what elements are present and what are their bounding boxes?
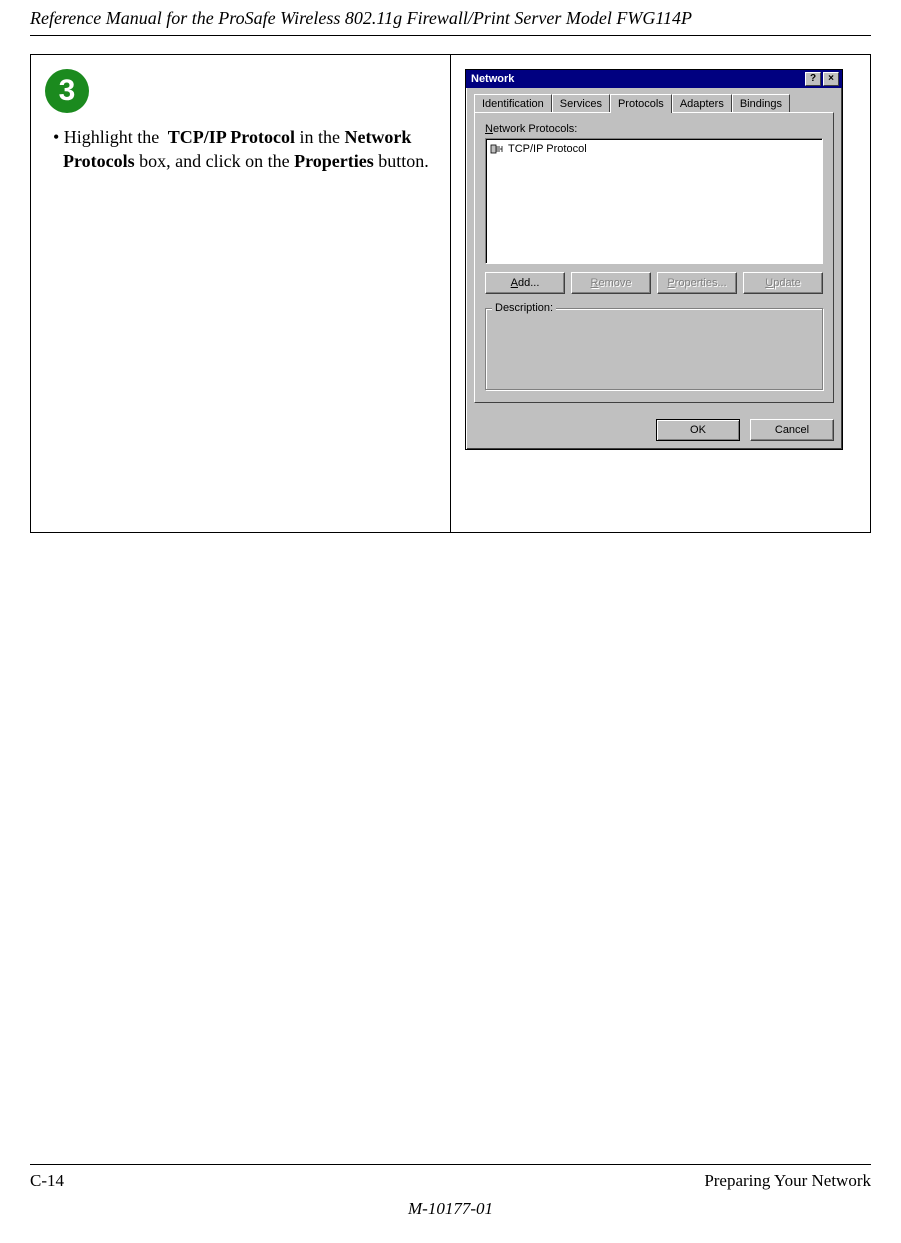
close-button[interactable]: × bbox=[823, 72, 839, 86]
ok-button[interactable]: OK bbox=[656, 419, 740, 441]
tab-identification[interactable]: Identification bbox=[474, 94, 552, 112]
remove-button[interactable]: Remove bbox=[571, 272, 651, 294]
label-underline: N bbox=[485, 123, 493, 135]
update-u: U bbox=[765, 277, 773, 289]
header-rule bbox=[30, 35, 871, 36]
dialog-title: Network bbox=[469, 73, 803, 85]
network-dialog: Network ? × Identification Services Prot… bbox=[465, 69, 843, 450]
footer-rule bbox=[30, 1164, 871, 1165]
text-mid2: box, and click on the bbox=[135, 151, 294, 171]
add-rest: dd... bbox=[518, 277, 539, 289]
protocols-listbox[interactable]: TCP/IP Protocol bbox=[485, 138, 823, 264]
protocols-panel: Network Protocols: bbox=[474, 112, 834, 403]
text-suffix: button. bbox=[374, 151, 429, 171]
screenshot-cell: Network ? × Identification Services Prot… bbox=[451, 55, 871, 533]
protocol-button-row: Add... Remove Properties... Update bbox=[485, 272, 823, 294]
page-header-title: Reference Manual for the ProSafe Wireles… bbox=[30, 0, 871, 35]
add-button[interactable]: Add... bbox=[485, 272, 565, 294]
tab-protocols[interactable]: Protocols bbox=[610, 94, 672, 113]
properties-button[interactable]: Properties... bbox=[657, 272, 737, 294]
text-mid1: in the bbox=[295, 127, 345, 147]
properties-u: P bbox=[667, 277, 674, 289]
step-number-badge: 3 bbox=[45, 69, 89, 113]
bold-properties: Properties bbox=[294, 151, 374, 171]
tab-adapters[interactable]: Adapters bbox=[672, 94, 732, 112]
description-group: Description: bbox=[485, 308, 823, 390]
description-label: Description: bbox=[492, 302, 556, 314]
dialog-titlebar[interactable]: Network ? × bbox=[466, 70, 842, 88]
label-rest: etwork Protocols: bbox=[493, 123, 577, 135]
section-title: Preparing Your Network bbox=[704, 1171, 871, 1191]
bullet: • Highlight the bbox=[53, 127, 168, 147]
tab-strip: Identification Services Protocols Adapte… bbox=[474, 94, 834, 112]
cancel-button[interactable]: Cancel bbox=[750, 419, 834, 441]
page-footer: C-14 Preparing Your Network M-10177-01 bbox=[30, 1164, 871, 1219]
dialog-footer: OK Cancel bbox=[466, 411, 842, 449]
dialog-body: Identification Services Protocols Adapte… bbox=[466, 88, 842, 411]
properties-rest: roperties... bbox=[675, 277, 727, 289]
protocol-icon bbox=[490, 142, 504, 156]
instruction-text: • Highlight the TCP/IP Protocol in the N… bbox=[45, 125, 436, 174]
update-button[interactable]: Update bbox=[743, 272, 823, 294]
page-number: C-14 bbox=[30, 1171, 64, 1191]
document-number: M-10177-01 bbox=[30, 1199, 871, 1219]
add-u: A bbox=[511, 277, 518, 289]
network-protocols-label: Network Protocols: bbox=[485, 123, 823, 135]
instruction-cell: 3 • Highlight the TCP/IP Protocol in the… bbox=[31, 55, 451, 533]
remove-rest: emove bbox=[598, 277, 631, 289]
bold-tcpip: TCP/IP Protocol bbox=[168, 127, 295, 147]
list-item-label: TCP/IP Protocol bbox=[508, 143, 587, 155]
content-table: 3 • Highlight the TCP/IP Protocol in the… bbox=[30, 54, 871, 533]
help-button[interactable]: ? bbox=[805, 72, 821, 86]
footer-row: C-14 Preparing Your Network bbox=[30, 1171, 871, 1191]
tab-bindings[interactable]: Bindings bbox=[732, 94, 790, 112]
tab-services[interactable]: Services bbox=[552, 94, 610, 112]
update-rest: pdate bbox=[773, 277, 801, 289]
list-item-tcpip[interactable]: TCP/IP Protocol bbox=[488, 141, 820, 157]
